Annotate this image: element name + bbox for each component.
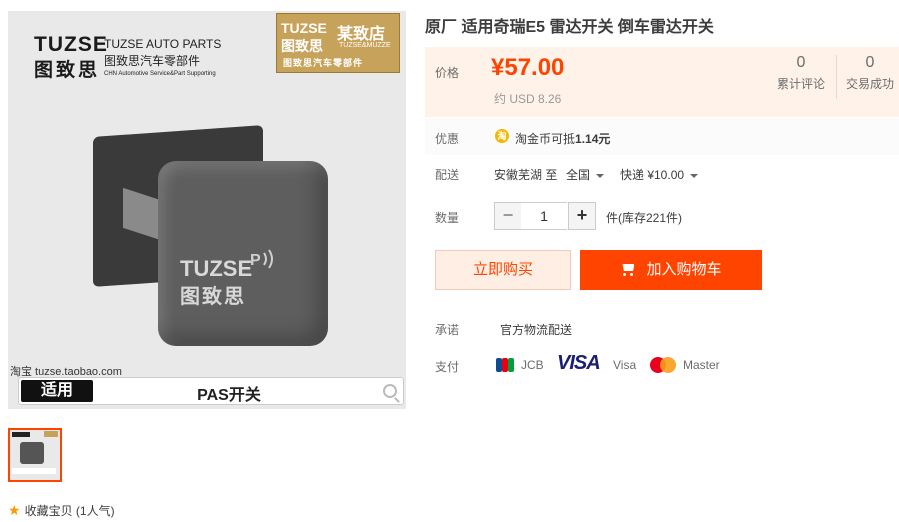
ship-to-value: 全国 bbox=[566, 168, 591, 182]
thumbnail-1[interactable] bbox=[8, 428, 62, 482]
jcb-icon bbox=[496, 358, 514, 372]
quantity-increase-button[interactable]: + bbox=[568, 202, 596, 230]
promise-text: 官方物流配送 bbox=[500, 323, 573, 337]
svg-text:P: P bbox=[250, 252, 261, 269]
brand-tagline: CHN Automotive Service&Part Supporting bbox=[104, 71, 216, 77]
brand-logo: TUZSE 图致思 bbox=[34, 33, 108, 82]
favorite-label: 收藏宝贝 (1人气) bbox=[24, 504, 115, 518]
badge-store-en: TUZSE&MUZZE bbox=[339, 42, 391, 49]
ship-method-select[interactable]: 快递 ¥10.00 bbox=[620, 166, 699, 183]
quantity-label: 数量 bbox=[435, 211, 460, 225]
thumbnail-switch bbox=[20, 442, 44, 464]
add-to-cart-button[interactable]: 加入购物车 bbox=[580, 250, 762, 290]
ship-from: 安徽芜湖 至 bbox=[494, 168, 558, 182]
payment-visa: Visa bbox=[613, 358, 637, 372]
visa-logo-icon: VISA bbox=[557, 352, 601, 374]
cart-icon bbox=[620, 263, 636, 276]
promo-label: 优惠 bbox=[435, 132, 460, 146]
badge-logo-en: TUZSE bbox=[281, 20, 327, 36]
thumbnail-badge bbox=[44, 431, 58, 437]
promo-text: 淘金币可抵1.14元 bbox=[515, 130, 610, 147]
price-usd: 约 USD 8.26 bbox=[494, 92, 562, 106]
main-product-image[interactable]: TUZSE 图致思 TUZSE AUTO PARTS 图致思汽车零部件 CHN … bbox=[8, 11, 406, 409]
stock-info: 件(库存221件) bbox=[606, 211, 683, 225]
price-label: 价格 bbox=[435, 66, 460, 80]
payment-label: 支付 bbox=[435, 360, 460, 374]
promo-amount: 1.14元 bbox=[575, 132, 611, 146]
parking-sensor-icon: P bbox=[250, 249, 273, 269]
badge-store-name: 某致店 bbox=[337, 24, 386, 43]
payment-jcb: JCB bbox=[521, 358, 544, 372]
review-stat[interactable]: 0 累计评论 bbox=[777, 54, 825, 92]
promo-row: 优惠 淘 淘金币可抵1.14元 bbox=[425, 119, 899, 155]
brand-name-en: TUZSE AUTO PARTS bbox=[104, 37, 222, 51]
ship-to-select[interactable]: 全国 bbox=[566, 166, 605, 183]
taobao-coin-icon: 淘 bbox=[495, 129, 509, 143]
chevron-down-icon bbox=[596, 173, 605, 178]
thumbnail-logo bbox=[12, 432, 30, 437]
switch-logo-en: TUZSE bbox=[180, 256, 253, 281]
trade-label: 交易成功 bbox=[846, 77, 895, 91]
price-panel: 价格 ¥57.00 约 USD 8.26 0 累计评论 0 交易成功 bbox=[425, 47, 899, 117]
review-label: 累计评论 bbox=[777, 77, 826, 91]
switch-logo-cn: 图致思 bbox=[180, 286, 246, 308]
payment-master: Master bbox=[683, 358, 720, 372]
mastercard-icon bbox=[650, 357, 676, 373]
switch-button-face bbox=[158, 161, 328, 346]
star-icon: ★ bbox=[8, 502, 21, 518]
buy-now-button[interactable]: 立即购买 bbox=[435, 250, 571, 290]
trade-count: 0 bbox=[865, 54, 875, 71]
store-badge: TUZSE 图致思 某致店 TUZSE&MUZZE 图致思汽车零部件 bbox=[276, 13, 400, 73]
badge-slogan: 图致思汽车零部件 bbox=[283, 59, 364, 69]
ship-fee-value: 快递 ¥10.00 bbox=[620, 168, 685, 182]
thumbnail-caption bbox=[12, 468, 56, 474]
quantity-decrease-button[interactable]: − bbox=[494, 202, 522, 230]
brand-logo-cn: 图致思 bbox=[34, 60, 101, 81]
product-title: 原厂 适用奇瑞E5 雷达开关 倒车雷达开关 bbox=[425, 19, 714, 36]
favorite-button[interactable]: ★ 收藏宝贝 (1人气) bbox=[8, 502, 115, 519]
price-value: ¥57.00 bbox=[491, 54, 565, 81]
brand-logo-en: TUZSE bbox=[34, 33, 108, 56]
switch-logo: TUZSE 图致思 bbox=[180, 256, 252, 309]
brand-name-cn: 图致思汽车零部件 bbox=[104, 54, 201, 68]
badge-logo-cn: 图致思 bbox=[281, 38, 323, 54]
quantity-input[interactable]: 1 bbox=[521, 202, 567, 230]
brand-text: TUZSE AUTO PARTS 图致思汽车零部件 CHN Automotive… bbox=[104, 37, 221, 77]
chevron-down-icon bbox=[690, 173, 699, 178]
trade-stat: 0 交易成功 bbox=[846, 54, 894, 92]
promise-label: 承诺 bbox=[435, 323, 460, 337]
review-count: 0 bbox=[796, 54, 806, 71]
zoom-icon[interactable] bbox=[383, 384, 397, 398]
shipping-label: 配送 bbox=[435, 168, 460, 182]
stat-divider bbox=[836, 55, 837, 99]
promo-text-prefix: 淘金币可抵 bbox=[515, 132, 576, 146]
add-to-cart-label: 加入购物车 bbox=[646, 261, 722, 278]
image-caption-bar: 适用 PAS开关 bbox=[18, 377, 404, 405]
caption-title: PAS开关 bbox=[197, 387, 261, 404]
apply-tag: 适用 bbox=[21, 380, 93, 402]
